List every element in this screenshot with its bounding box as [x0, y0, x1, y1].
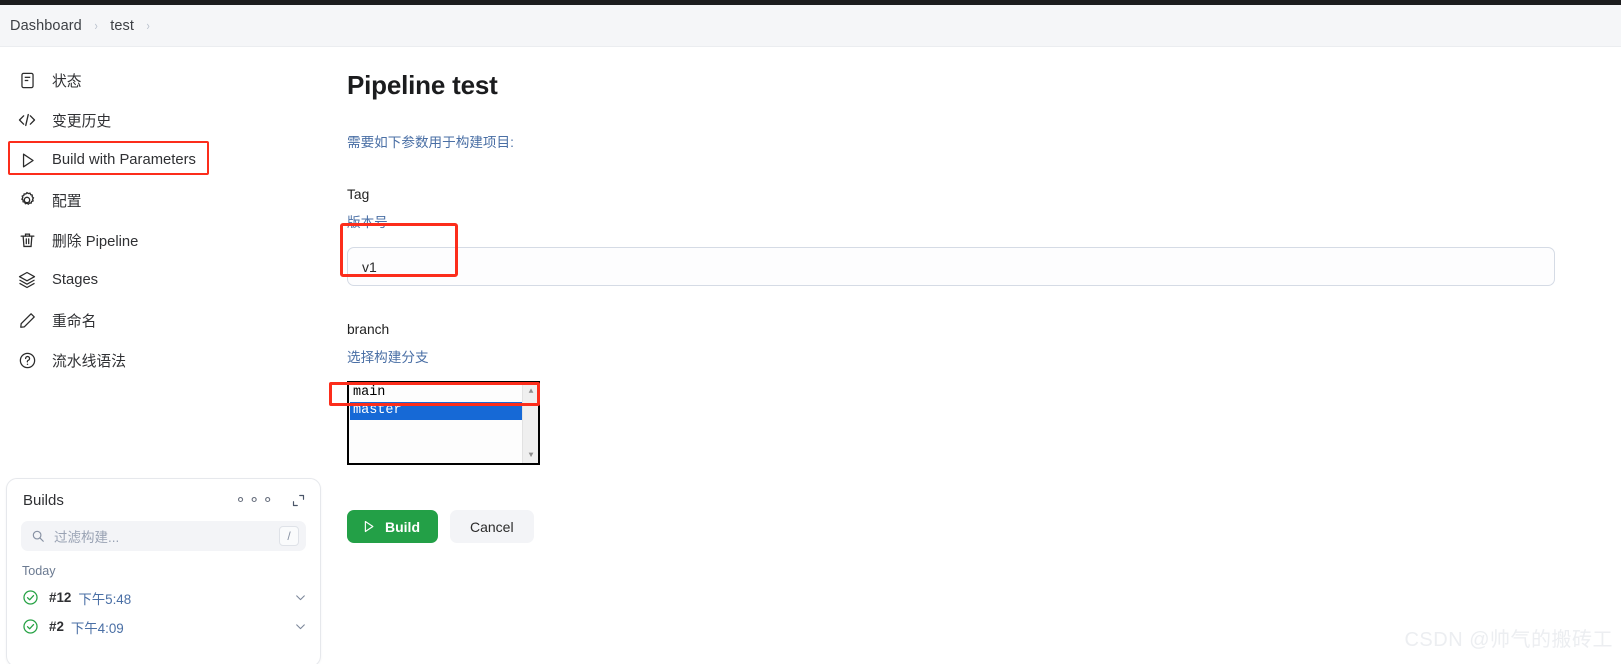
form-actions: Build Cancel	[347, 510, 1607, 543]
sidebar-item-label: 变更历史	[52, 113, 112, 130]
page-title: Pipeline test	[347, 70, 498, 100]
parameter-description: 版本号	[347, 215, 388, 230]
ellipsis-icon[interactable]: ⚬⚬⚬	[234, 493, 275, 508]
branch-listbox[interactable]: main master ▲ ▼	[347, 381, 540, 465]
parameters-intro-text: 需要如下参数用于构建项目:	[347, 135, 514, 150]
sidebar-nav: 状态 变更历史 Build with Parameters 配置 删除 Pipe…	[0, 60, 330, 380]
branch-option-main[interactable]: main	[350, 384, 522, 402]
parameter-branch: branch 选择构建分支 main master ▲ ▼	[329, 322, 1607, 470]
build-number: #12	[49, 590, 72, 605]
builds-filter-input[interactable]: 过滤构建... /	[21, 521, 306, 551]
list-item[interactable]: #12 下午5:48	[7, 583, 320, 612]
chevron-down-icon[interactable]	[294, 620, 307, 633]
build-button[interactable]: Build	[347, 510, 438, 543]
build-button-label: Build	[385, 518, 420, 535]
expand-icon[interactable]	[291, 493, 306, 508]
sidebar-item-label: 流水线语法	[52, 353, 126, 370]
build-time: 下午4:09	[70, 620, 124, 636]
parameter-name: branch	[347, 322, 390, 337]
pencil-icon	[16, 309, 38, 331]
builds-group-label: Today	[22, 564, 56, 578]
main-content: Pipeline test 需要如下参数用于构建项目: Tag 版本号 v1 b…	[329, 60, 1607, 543]
scroll-down-arrow-icon[interactable]: ▼	[523, 447, 538, 463]
branch-option-master[interactable]: master	[350, 402, 522, 420]
sidebar-item-rename[interactable]: 重命名	[0, 300, 330, 340]
tag-input[interactable]: v1	[347, 247, 1555, 286]
check-circle-icon	[22, 589, 39, 606]
parameter-tag: Tag 版本号 v1	[340, 187, 1607, 286]
breadcrumb-separator-icon: ›	[146, 18, 150, 33]
layers-icon	[16, 269, 38, 291]
play-icon	[16, 149, 38, 171]
watermark: CSDN @帅气的搬砖工	[1404, 629, 1613, 651]
sidebar: 状态 变更历史 Build with Parameters 配置 删除 Pipe…	[0, 60, 330, 664]
sidebar-item-label: Build with Parameters	[52, 152, 196, 168]
check-circle-icon	[22, 618, 39, 635]
parameter-description: 选择构建分支	[347, 350, 429, 365]
document-icon	[16, 69, 38, 91]
app-root: Dashboard › test › 状态 变更历史 Build with Pa…	[0, 0, 1621, 664]
breadcrumb: Dashboard › test ›	[0, 5, 1621, 47]
branch-listbox-scrollbar[interactable]: ▲ ▼	[522, 383, 538, 463]
search-icon	[31, 529, 45, 543]
sidebar-item-label: 状态	[52, 73, 82, 90]
sidebar-item-change-history[interactable]: 变更历史	[0, 100, 330, 140]
builds-filter-placeholder: 过滤构建...	[54, 530, 120, 545]
sidebar-item-label: 删除 Pipeline	[52, 233, 139, 250]
gear-icon	[16, 189, 38, 211]
breadcrumb-item-dashboard[interactable]: Dashboard	[10, 18, 82, 34]
question-icon	[16, 349, 38, 371]
code-icon	[16, 109, 38, 131]
build-time: 下午5:48	[78, 591, 132, 607]
chevron-down-icon[interactable]	[294, 591, 307, 604]
breadcrumb-separator-icon: ›	[94, 18, 98, 33]
sidebar-item-delete-pipeline[interactable]: 删除 Pipeline	[0, 220, 330, 260]
list-item[interactable]: #2 下午4:09	[7, 612, 320, 641]
breadcrumb-item-test[interactable]: test	[110, 18, 134, 34]
trash-icon	[16, 229, 38, 251]
sidebar-item-status[interactable]: 状态	[0, 60, 330, 100]
sidebar-item-stages[interactable]: Stages	[0, 260, 330, 300]
sidebar-item-pipeline-syntax[interactable]: 流水线语法	[0, 340, 330, 380]
sidebar-item-build-with-parameters[interactable]: Build with Parameters	[0, 140, 330, 180]
cancel-button[interactable]: Cancel	[450, 510, 534, 543]
scroll-up-arrow-icon[interactable]: ▲	[523, 383, 538, 399]
builds-panel-header: Builds ⚬⚬⚬	[7, 479, 320, 521]
branch-listbox-options: main master	[349, 383, 522, 463]
sidebar-item-label: Stages	[52, 272, 99, 288]
parameter-name: Tag	[347, 187, 370, 202]
sidebar-item-label: 配置	[52, 193, 82, 210]
builds-panel: Builds ⚬⚬⚬ 过滤构建... / Today #12 下午5:48 #2…	[6, 478, 321, 664]
builds-panel-title: Builds	[23, 491, 64, 509]
sidebar-item-configure[interactable]: 配置	[0, 180, 330, 220]
filter-shortcut-key: /	[279, 526, 299, 546]
play-icon	[361, 519, 376, 534]
build-number: #2	[49, 619, 64, 634]
sidebar-item-label: 重命名	[52, 313, 97, 330]
